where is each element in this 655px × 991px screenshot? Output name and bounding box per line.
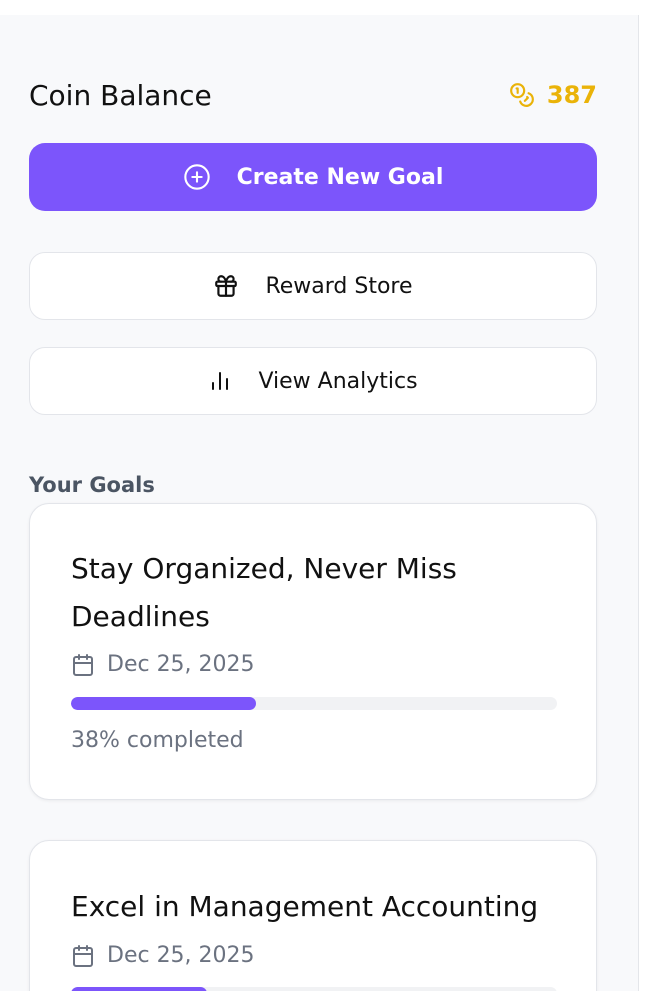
- goal-progress-bar: [71, 987, 557, 991]
- coin-balance-amount: 387: [546, 81, 597, 109]
- goal-progress-bar: [71, 697, 557, 710]
- goal-due-date: Dec 25, 2025: [71, 652, 255, 677]
- goal-progress-fill: [71, 697, 256, 710]
- goal-date-text: Dec 25, 2025: [107, 943, 255, 968]
- goal-title: Stay Organized, Never Miss Deadlines: [71, 552, 457, 633]
- goal-progress-label: 38% completed: [71, 728, 244, 753]
- coin-balance-row: Coin Balance 387: [29, 75, 597, 115]
- calendar-icon: [73, 653, 93, 676]
- calendar-icon: [73, 944, 93, 967]
- plus-circle-icon: [183, 164, 210, 190]
- create-new-goal-button[interactable]: Create New Goal: [29, 143, 597, 211]
- goal-card[interactable]: Stay Organized, Never Miss Deadlines Dec…: [29, 503, 597, 800]
- view-analytics-label: View Analytics: [258, 368, 418, 394]
- create-new-goal-label: Create New Goal: [236, 164, 444, 190]
- goal-card[interactable]: Excel in Management Accounting Dec 25, 2…: [29, 840, 597, 991]
- goal-progress-fill: [71, 987, 208, 991]
- bar-chart-icon: [212, 372, 229, 390]
- goal-date-text: Dec 25, 2025: [107, 652, 255, 677]
- coins-icon: [509, 83, 534, 107]
- coin-balance-value: 387: [509, 81, 597, 109]
- your-goals-heading: Your Goals: [29, 473, 155, 497]
- coin-balance-title: Coin Balance: [29, 78, 212, 112]
- goal-due-date: Dec 25, 2025: [71, 943, 255, 968]
- goals-sidebar: Coin Balance 387 Create New Goal Reward …: [0, 15, 639, 991]
- reward-store-button[interactable]: Reward Store: [29, 252, 597, 320]
- reward-store-label: Reward Store: [265, 273, 413, 299]
- goal-title: Excel in Management Accounting: [71, 890, 539, 923]
- gift-icon: [215, 275, 238, 297]
- view-analytics-button[interactable]: View Analytics: [29, 347, 597, 415]
